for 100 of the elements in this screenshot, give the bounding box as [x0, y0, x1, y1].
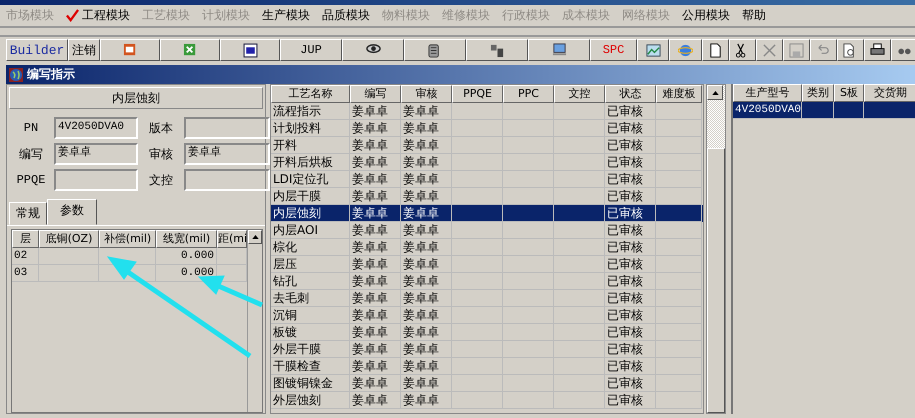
table-cell: 钻孔	[271, 273, 350, 290]
table-cell	[39, 265, 99, 282]
column-header[interactable]: PPQE	[452, 85, 503, 103]
toolbar-button[interactable]	[702, 39, 729, 61]
column-header[interactable]: 线宽(mil)	[156, 230, 217, 248]
column-header[interactable]: PPC	[503, 85, 554, 103]
column-header[interactable]: 底铜(OZ)	[39, 230, 99, 248]
toolbar-button[interactable]	[837, 39, 864, 61]
table-row[interactable]: 4V2050DVA0	[733, 102, 915, 119]
table-row[interactable]: 开料后烘板 姜卓卓 姜卓卓 已审核	[271, 154, 703, 171]
table-row[interactable]: LDI定位孔 姜卓卓 姜卓卓 已审核	[271, 171, 703, 188]
toolbar-button[interactable]	[756, 39, 783, 61]
column-header[interactable]: 类别	[802, 84, 834, 102]
text-field[interactable]: 4V2050DVA0	[54, 117, 138, 139]
table-row[interactable]: 图镀铜镍金 姜卓卓 姜卓卓 已审核	[271, 375, 703, 392]
text-field[interactable]: 姜卓卓	[184, 143, 270, 165]
column-header[interactable]: 距(mi	[217, 230, 247, 248]
table-cell: 03	[12, 265, 39, 282]
table-cell: 已审核	[605, 222, 656, 239]
toolbar-button[interactable]	[637, 39, 669, 61]
table-cell: 开料后烘板	[271, 154, 350, 171]
table-row[interactable]: 去毛刺 姜卓卓 姜卓卓 已审核	[271, 290, 703, 307]
toolbar-button[interactable]	[404, 39, 466, 61]
table-row[interactable]: 板镀 姜卓卓 姜卓卓 已审核	[271, 324, 703, 341]
column-header[interactable]: 状态	[605, 85, 656, 103]
table-cell: 姜卓卓	[350, 205, 401, 222]
table-cell: 姜卓卓	[401, 392, 452, 409]
table-row[interactable]: 外层蚀刻 姜卓卓 姜卓卓 已审核	[271, 392, 703, 409]
table-cell: 已审核	[605, 239, 656, 256]
table-cell: 姜卓卓	[401, 307, 452, 324]
table-row[interactable]: 沉铜 姜卓卓 姜卓卓 已审核	[271, 307, 703, 324]
table-cell: 流程指示	[271, 103, 350, 120]
column-header[interactable]: S板	[834, 84, 864, 102]
spreadsheet-icon	[182, 42, 198, 58]
toolbar-button[interactable]: JUP	[280, 39, 342, 61]
toolbar-button[interactable]	[528, 39, 590, 61]
column-header[interactable]: 文控	[554, 85, 605, 103]
toolbar-button[interactable]	[220, 39, 280, 61]
toolbar-button[interactable]: Builder	[6, 39, 68, 61]
monitor-icon	[552, 42, 566, 58]
column-header[interactable]: 编写	[350, 85, 401, 103]
scrollbar[interactable]	[247, 230, 262, 412]
column-header[interactable]: 层	[12, 230, 39, 248]
table-cell: 图镀铜镍金	[271, 375, 350, 392]
table-row[interactable]: 内层AOI 姜卓卓 姜卓卓 已审核	[271, 222, 703, 239]
table-row[interactable]: 干膜检查 姜卓卓 姜卓卓 已审核	[271, 358, 703, 375]
toolbar-button[interactable]	[783, 39, 810, 61]
table-cell: 02	[12, 248, 39, 265]
text-field[interactable]	[54, 169, 138, 191]
menu-item[interactable]: 帮助	[742, 6, 766, 24]
toolbar-button[interactable]	[466, 39, 528, 61]
tab[interactable]: 常规	[9, 202, 47, 225]
table-cell	[39, 248, 99, 265]
table-cell: LDI定位孔	[271, 171, 350, 188]
table-row[interactable]: 内层蚀刻 姜卓卓 姜卓卓 已审核	[271, 205, 703, 222]
menu-item[interactable]: 品质模块	[322, 6, 370, 24]
table-cell: 姜卓卓	[401, 171, 452, 188]
table-cell: 已审核	[605, 324, 656, 341]
table-row[interactable]: 开料 姜卓卓 姜卓卓 已审核	[271, 137, 703, 154]
new-file-icon	[708, 42, 723, 58]
scroll-thumb[interactable]	[707, 148, 725, 413]
table-cell: 姜卓卓	[401, 205, 452, 222]
table-cell: 已审核	[605, 392, 656, 409]
text-field[interactable]	[184, 117, 270, 139]
table-cell: 板镀	[271, 324, 350, 341]
toolbar-button[interactable]	[342, 39, 404, 61]
toolbar-button[interactable]	[729, 39, 756, 61]
scroll-up-button[interactable]	[707, 85, 723, 100]
table-row[interactable]: 计划投料 姜卓卓 姜卓卓 已审核	[271, 120, 703, 137]
toolbar-button[interactable]	[669, 39, 702, 61]
toolbar-button[interactable]	[810, 39, 837, 61]
toolbar-button[interactable]	[160, 39, 220, 61]
text-field[interactable]: 姜卓卓	[54, 143, 138, 165]
toolbar-button[interactable]	[864, 39, 891, 61]
column-header[interactable]: 难度板	[656, 85, 702, 103]
field-label: PN	[22, 121, 40, 135]
table-cell: 姜卓卓	[401, 222, 452, 239]
table-cell: 姜卓卓	[350, 392, 401, 409]
menu-item[interactable]: 工程模块	[66, 6, 130, 24]
table-row[interactable]: 流程指示 姜卓卓 姜卓卓 已审核	[271, 103, 703, 120]
toolbar-button[interactable]: 注销	[68, 39, 100, 61]
text-field[interactable]	[184, 169, 270, 191]
table-cell: 内层AOI	[271, 222, 350, 239]
menu-item[interactable]: 公用模块	[682, 6, 730, 24]
tab[interactable]: 参数	[47, 199, 97, 225]
table-row[interactable]: 钻孔 姜卓卓 姜卓卓 已审核	[271, 273, 703, 290]
column-header[interactable]: 审核	[401, 85, 452, 103]
table-row[interactable]: 层压 姜卓卓 姜卓卓 已审核	[271, 256, 703, 273]
menu-item[interactable]: 生产模块	[262, 6, 310, 24]
table-row[interactable]: 棕化 姜卓卓 姜卓卓 已审核	[271, 239, 703, 256]
table-cell: 外层蚀刻	[271, 392, 350, 409]
column-header[interactable]: 工艺名称	[271, 85, 350, 103]
scroll-up-button[interactable]	[248, 230, 262, 244]
column-header[interactable]: 补偿(mil)	[99, 230, 156, 248]
scrollbar[interactable]	[706, 84, 726, 414]
toolbar-button[interactable]	[891, 39, 915, 61]
table-row[interactable]: 外层干膜 姜卓卓 姜卓卓 已审核	[271, 341, 703, 358]
table-cell: 内层蚀刻	[271, 205, 350, 222]
toolbar-button[interactable]	[100, 39, 160, 61]
column-header[interactable]: 生产型号	[733, 84, 802, 102]
